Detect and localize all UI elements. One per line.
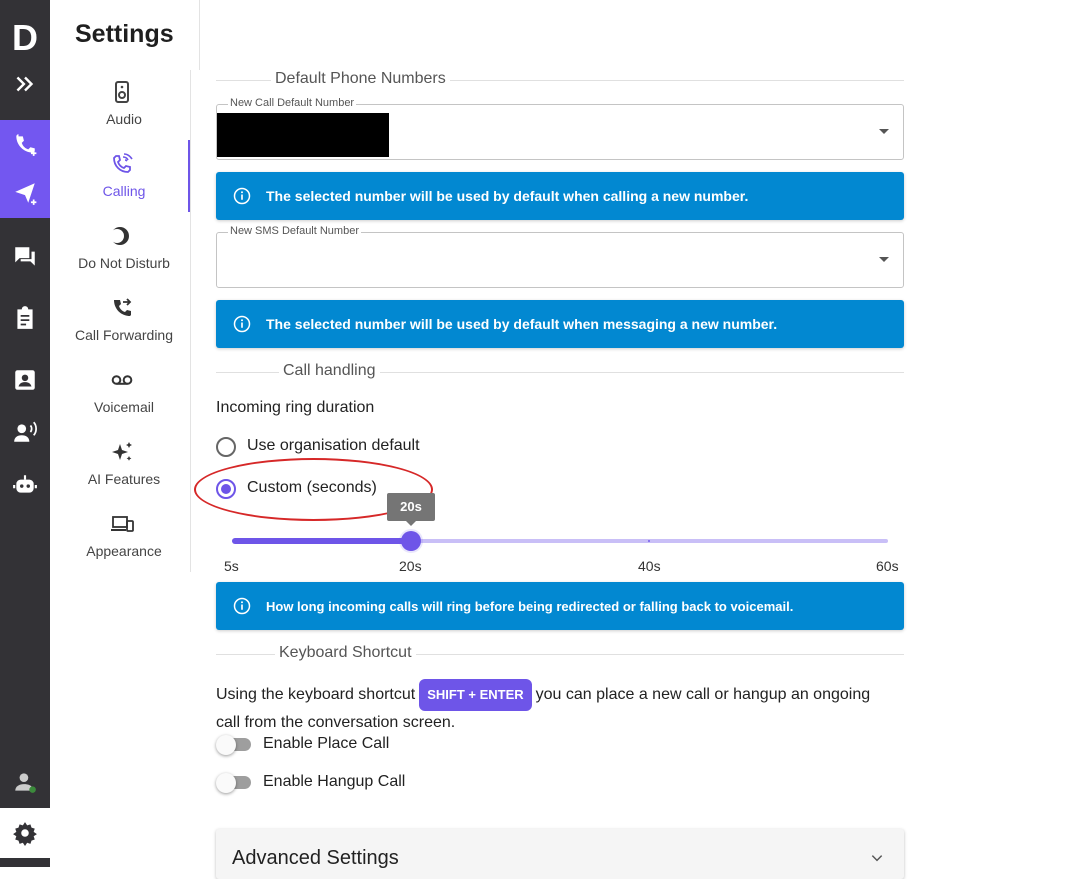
slider-mark-label: 5s [224, 558, 239, 574]
new-message-button[interactable] [0, 168, 50, 218]
contacts-icon [15, 370, 35, 390]
section-default-phone-numbers: Default Phone Numbers [216, 70, 904, 90]
section-call-handling: Call handling [216, 362, 904, 382]
toggle-place-call[interactable] [216, 735, 252, 755]
robot-icon [13, 475, 37, 493]
voicemail-icon [111, 375, 133, 385]
nav-item-label: Appearance [86, 543, 162, 559]
new-call-number-select[interactable]: New Call Default Number [216, 97, 904, 160]
forward-call-icon [114, 298, 132, 316]
nav-item-label: Do Not Disturb [78, 255, 170, 271]
chevron-down-icon[interactable] [879, 257, 889, 262]
conversations-button[interactable] [0, 235, 50, 279]
slider-mark-label: 20s [399, 558, 422, 574]
nav-item-do-not-disturb[interactable]: Do Not Disturb [50, 214, 191, 286]
description-text: Using the keyboard shortcut [216, 686, 416, 703]
description-text: you can place a new call or hangup an on… [535, 686, 871, 703]
gear-icon [13, 822, 37, 846]
nav-item-voicemail[interactable]: Voicemail [50, 358, 191, 430]
toggle-label: Enable Hangup Call [263, 773, 406, 790]
shortcut-badge: SHIFT + ENTER [419, 679, 532, 711]
keyboard-description: Using the keyboard shortcut SHIFT + ENTER… [216, 679, 904, 735]
slider-mark-label: 40s [638, 558, 661, 574]
ai-bot-button[interactable] [0, 463, 50, 507]
clipboard-icon [17, 306, 33, 329]
toggle-hangup-call[interactable] [216, 773, 252, 793]
app-rail: D [0, 0, 50, 867]
chevron-down-icon[interactable] [870, 851, 884, 865]
nav-item-label: Audio [106, 111, 142, 127]
new-sms-number-select[interactable]: New SMS Default Number [216, 225, 904, 288]
toggle-label: Enable Place Call [263, 735, 390, 752]
moon-icon [110, 227, 129, 245]
section-title: Call handling [279, 362, 380, 380]
app-logo[interactable]: D [6, 18, 44, 58]
section-title: Default Phone Numbers [271, 70, 450, 88]
info-alert-sms: The selected number will be used by defa… [216, 300, 904, 348]
nav-item-call-forwarding[interactable]: Call Forwarding [50, 286, 191, 358]
field-label: New Call Default Number [228, 97, 357, 109]
slider-track-fill [232, 538, 411, 544]
advanced-settings-accordion[interactable]: Advanced Settings [216, 829, 904, 879]
nav-divider [199, 0, 200, 70]
ring-duration-label: Incoming ring duration [216, 399, 375, 416]
section-keyboard-shortcut: Keyboard Shortcut [216, 644, 904, 664]
expand-icon [16, 76, 34, 92]
voice-button[interactable] [0, 410, 50, 454]
redacted-value [217, 113, 389, 157]
info-alert-ring: How long incoming calls will ring before… [216, 582, 904, 630]
new-call-button[interactable] [0, 120, 50, 168]
user-status-icon [15, 773, 36, 793]
nav-item-label: Call Forwarding [74, 327, 174, 343]
nav-active-indicator [188, 140, 190, 212]
nav-item-audio[interactable]: Audio [50, 70, 191, 142]
alert-text: How long incoming calls will ring before… [266, 599, 794, 614]
nav-item-label: AI Features [87, 471, 161, 487]
slider-mark-label: 60s [876, 558, 899, 574]
send-message-icon [15, 183, 37, 205]
speaking-user-icon [14, 421, 37, 442]
radio-organisation-default[interactable] [216, 437, 236, 457]
nav-item-label: Voicemail [94, 399, 154, 415]
section-title: Keyboard Shortcut [275, 644, 416, 662]
user-status-button[interactable] [0, 760, 50, 804]
add-call-icon [16, 134, 37, 156]
conversations-icon [15, 247, 35, 266]
expand-rail-button[interactable] [0, 62, 50, 106]
wifi-call-icon [113, 153, 133, 173]
contacts-button[interactable] [0, 358, 50, 402]
nav-item-calling[interactable]: Calling [50, 142, 191, 214]
chevron-down-icon[interactable] [879, 129, 889, 134]
nav-item-appearance[interactable]: Appearance [50, 502, 191, 574]
alert-text: The selected number will be used by defa… [266, 316, 778, 332]
page-title: Settings [75, 20, 174, 48]
slider-value-tooltip: 20s [387, 493, 435, 526]
info-icon [233, 187, 251, 205]
nav-item-label: Calling [102, 183, 146, 199]
nav-item-ai-features[interactable]: AI Features [50, 430, 191, 502]
devices-icon [111, 516, 134, 532]
radio-label[interactable]: Use organisation default [247, 437, 420, 455]
field-label: New SMS Default Number [228, 225, 361, 237]
info-alert-call: The selected number will be used by defa… [216, 172, 904, 220]
info-icon [233, 597, 251, 615]
sparkle-icon [112, 442, 132, 461]
alert-text: The selected number will be used by defa… [266, 188, 749, 204]
slider-thumb[interactable] [400, 531, 421, 551]
info-icon [233, 315, 251, 333]
settings-button[interactable] [0, 808, 50, 858]
speaker-icon [115, 81, 129, 103]
tasks-button[interactable] [0, 296, 50, 340]
settings-nav: Audio Calling Do Not Disturb Call Forwar… [50, 70, 191, 572]
slider-tick [648, 540, 651, 542]
description-text: call from the conversation screen. [216, 714, 456, 731]
